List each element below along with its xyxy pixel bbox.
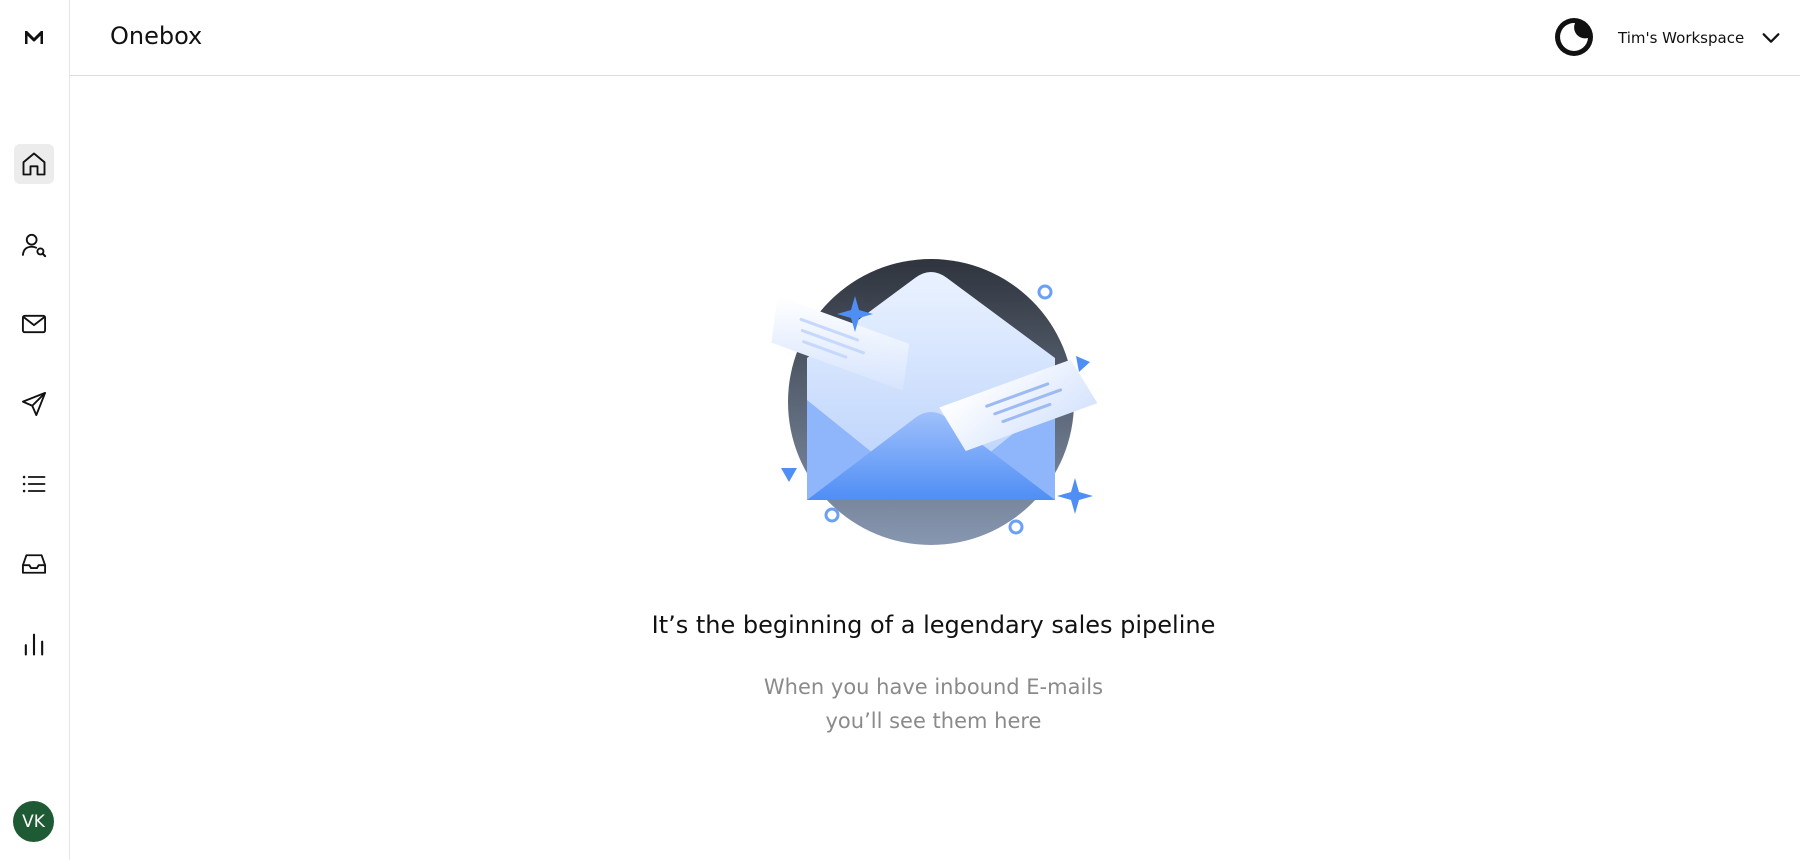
logo-icon: [25, 31, 43, 44]
home-icon: [22, 152, 46, 176]
sidebar-item-leads[interactable]: [14, 225, 54, 265]
sidebar-item-analytics[interactable]: [14, 624, 54, 664]
avatar[interactable]: VK: [13, 801, 54, 842]
chevron-down-icon: [1762, 33, 1780, 43]
sidebar-item-campaigns[interactable]: [14, 384, 54, 424]
user-search-icon: [21, 233, 47, 258]
envelope-illustration: [771, 259, 1098, 545]
empty-state-title: It’s the beginning of a legendary sales …: [651, 611, 1216, 639]
page-title: Onebox: [110, 22, 203, 50]
send-icon: [21, 391, 47, 417]
bar-chart-icon: [24, 633, 44, 656]
theme-toggle-button[interactable]: [1554, 17, 1594, 57]
app-logo[interactable]: [22, 26, 46, 50]
sidebar-item-lists[interactable]: [14, 464, 54, 504]
moon-icon: [1555, 18, 1593, 56]
sidebar-item-mail[interactable]: [14, 304, 54, 344]
workspace-selector[interactable]: Tim's Workspace: [1618, 26, 1782, 50]
sidebar-item-home[interactable]: [14, 144, 54, 184]
empty-state-subtitle-line1: When you have inbound E-mails: [763, 675, 1104, 699]
list-icon: [22, 475, 46, 493]
sidebar-item-onebox[interactable]: [14, 544, 54, 584]
workspace-name: Tim's Workspace: [1618, 29, 1745, 47]
mail-icon: [21, 314, 47, 334]
sidebar: VK: [0, 0, 70, 860]
empty-state-subtitle-line2: you’ll see them here: [825, 709, 1042, 733]
inbox-icon: [21, 554, 47, 574]
top-header: Onebox Tim's Workspace: [70, 0, 1800, 76]
